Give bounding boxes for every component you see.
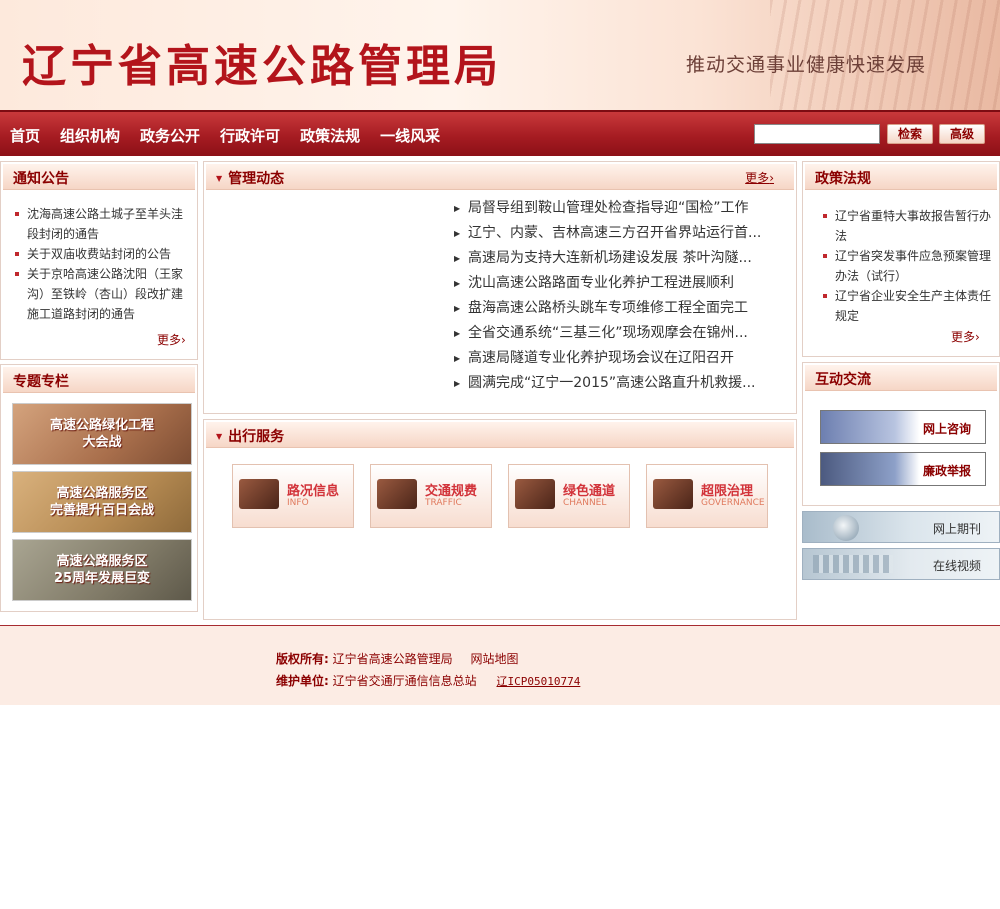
service-panel-header: 出行服务 bbox=[206, 422, 794, 448]
topic-banner-service-area[interactable]: 高速公路服务区 完善提升百日会战 bbox=[12, 471, 192, 533]
notice-panel-header: 通知公告 bbox=[3, 164, 195, 190]
site-title: 辽宁省高速公路管理局 bbox=[22, 41, 502, 92]
policy-panel-header: 政策法规 bbox=[805, 164, 997, 190]
policy-item[interactable]: 辽宁省突发事件应急预案管理办法（试行） bbox=[821, 246, 991, 286]
interaction-title: 互动交流 bbox=[815, 372, 871, 388]
green-channel-button[interactable]: 绿色通道 CHANNEL bbox=[508, 464, 630, 528]
news-item[interactable]: 高速局隧道专业化养护现场会议在辽阳召开 bbox=[454, 346, 784, 371]
search-input[interactable] bbox=[754, 124, 880, 144]
nav-item-organization[interactable]: 组织机构 bbox=[60, 125, 120, 146]
footer-maintainer-row: 维护单位: 辽宁省交通厅通信信息总站 辽ICP05010774 bbox=[276, 672, 580, 689]
overload-control-sublabel: GOVERNANCE bbox=[701, 498, 765, 508]
topics-panel-header: 专题专栏 bbox=[3, 367, 195, 393]
policy-item[interactable]: 辽宁省企业安全生产主体责任规定 bbox=[821, 286, 991, 326]
traffic-fee-label: 交通规费 bbox=[425, 484, 478, 499]
online-consult-label: 网上咨询 bbox=[922, 422, 971, 436]
nav-item-home[interactable]: 首页 bbox=[10, 125, 40, 146]
integrity-report-label: 廉政举报 bbox=[922, 464, 971, 478]
search-button[interactable]: 检索 bbox=[887, 124, 933, 144]
footer: 版权所有: 辽宁省高速公路管理局 网站地图 维护单位: 辽宁省交通厅通信信息总站… bbox=[0, 625, 1000, 705]
policy-item[interactable]: 辽宁省重特大事故报告暂行办法 bbox=[821, 206, 991, 246]
online-journal-button[interactable]: 网上期刊 bbox=[802, 511, 1000, 543]
policy-title: 政策法规 bbox=[815, 171, 871, 187]
road-icon bbox=[239, 479, 279, 509]
management-panel: 管理动态 更多› 局督导组到鞍山管理处检查指导迎“国检”工作 辽宁、内蒙、吉林高… bbox=[203, 161, 797, 414]
maintainer-label: 维护单位: bbox=[276, 674, 329, 688]
green-channel-label: 绿色通道 bbox=[563, 484, 616, 499]
news-item[interactable]: 局督导组到鞍山管理处检查指导迎“国检”工作 bbox=[454, 196, 784, 221]
online-video-button[interactable]: 在线视频 bbox=[802, 548, 1000, 580]
film-strip-icon bbox=[813, 555, 893, 573]
nav-item-government-affairs[interactable]: 政务公开 bbox=[140, 125, 200, 146]
notice-item[interactable]: 关于京哈高速公路沈阳（王家沟）至铁岭（杏山）段改扩建施工道路封闭的通告 bbox=[13, 264, 188, 324]
notice-more-link[interactable]: 更多› bbox=[157, 331, 186, 348]
maintainer-value: 辽宁省交通厅通信信息总站 bbox=[332, 674, 477, 688]
site-slogan: 推动交通事业健康快速发展 bbox=[686, 54, 927, 76]
road-info-label: 路况信息 bbox=[287, 484, 340, 499]
main-nav: 首页 组织机构 政务公开 行政许可 政策法规 一线风采 检索 高级 bbox=[0, 110, 1000, 156]
news-item[interactable]: 高速局为支持大连新机场建设发展 茶叶沟隧... bbox=[454, 246, 784, 271]
overload-control-label: 超限治理 bbox=[701, 484, 754, 499]
management-panel-header: 管理动态 更多› bbox=[206, 164, 794, 190]
management-more-link[interactable]: 更多› bbox=[745, 169, 774, 186]
notice-item[interactable]: 沈海高速公路土城子至羊头洼段封闭的通告 bbox=[13, 204, 188, 244]
overload-control-button[interactable]: 超限治理 GOVERNANCE bbox=[646, 464, 768, 528]
interaction-panel-header: 互动交流 bbox=[805, 365, 997, 391]
traffic-fee-sublabel: TRAFFIC bbox=[425, 498, 462, 508]
copyright-label: 版权所有: bbox=[276, 652, 329, 666]
chevron-right-icon: › bbox=[769, 171, 774, 185]
icp-link[interactable]: 辽ICP05010774 bbox=[496, 675, 580, 688]
notice-item[interactable]: 关于双庙收费站封闭的公告 bbox=[13, 244, 188, 264]
news-item[interactable]: 全省交通系统“三基三化”现场观摩会在锦州... bbox=[454, 321, 784, 346]
book-icon bbox=[377, 479, 417, 509]
online-consult-button[interactable]: 网上咨询 bbox=[820, 410, 986, 444]
road-info-button[interactable]: 路况信息 INFO bbox=[232, 464, 354, 528]
disc-icon bbox=[515, 479, 555, 509]
road-info-sublabel: INFO bbox=[287, 498, 309, 508]
policy-panel: 政策法规 辽宁省重特大事故报告暂行办法 辽宁省突发事件应急预案管理办法（试行） … bbox=[802, 161, 1000, 357]
nav-menu: 首页 组织机构 政务公开 行政许可 政策法规 一线风采 bbox=[10, 125, 460, 146]
news-item[interactable]: 辽宁、内蒙、吉林高速三方召开省界站运行首... bbox=[454, 221, 784, 246]
traffic-fee-button[interactable]: 交通规费 TRAFFIC bbox=[370, 464, 492, 528]
news-item[interactable]: 盘海高速公路桥头跳车专项维修工程全面完工 bbox=[454, 296, 784, 321]
book-icon bbox=[653, 479, 693, 509]
sitemap-link[interactable]: 网站地图 bbox=[470, 652, 518, 666]
online-journal-label: 网上期刊 bbox=[932, 522, 981, 536]
topics-title: 专题专栏 bbox=[13, 374, 69, 390]
chevron-right-icon: › bbox=[181, 333, 186, 347]
chevron-right-icon: › bbox=[975, 330, 980, 344]
nav-item-administrative-license[interactable]: 行政许可 bbox=[220, 125, 280, 146]
online-video-label: 在线视频 bbox=[932, 559, 981, 573]
policy-list: 辽宁省重特大事故报告暂行办法 辽宁省突发事件应急预案管理办法（试行） 辽宁省企业… bbox=[821, 206, 991, 326]
policy-more-link[interactable]: 更多› bbox=[951, 328, 980, 345]
notice-list: 沈海高速公路土城子至羊头洼段封闭的通告 关于双庙收费站封闭的公告 关于京哈高速公… bbox=[13, 204, 188, 324]
footer-copyright-row: 版权所有: 辽宁省高速公路管理局 网站地图 bbox=[276, 650, 519, 667]
service-title: 出行服务 bbox=[216, 426, 284, 446]
news-item[interactable]: 沈山高速公路路面专业化养护工程进展顺利 bbox=[454, 271, 784, 296]
globe-icon bbox=[833, 515, 859, 541]
topic-banner-greening[interactable]: 高速公路绿化工程 大会战 bbox=[12, 403, 192, 465]
copyright-value: 辽宁省高速公路管理局 bbox=[332, 652, 453, 666]
notice-panel: 通知公告 沈海高速公路土城子至羊头洼段封闭的通告 关于双庙收费站封闭的公告 关于… bbox=[0, 161, 198, 360]
nav-item-frontline[interactable]: 一线风采 bbox=[380, 125, 440, 146]
topic-banner-anniversary[interactable]: 高速公路服务区 25周年发展巨变 bbox=[12, 539, 192, 601]
management-news-list: 局督导组到鞍山管理处检查指导迎“国检”工作 辽宁、内蒙、吉林高速三方召开省界站运… bbox=[454, 196, 784, 396]
integrity-report-button[interactable]: 廉政举报 bbox=[820, 452, 986, 486]
management-title: 管理动态 bbox=[216, 168, 284, 188]
news-item[interactable]: 圆满完成“辽宁一2015”高速公路直升机救援... bbox=[454, 371, 784, 396]
nav-item-policy[interactable]: 政策法规 bbox=[300, 125, 360, 146]
advanced-search-button[interactable]: 高级 bbox=[939, 124, 985, 144]
site-header: 辽宁省高速公路管理局 推动交通事业健康快速发展 bbox=[0, 0, 1000, 110]
notice-title: 通知公告 bbox=[13, 171, 69, 187]
green-channel-sublabel: CHANNEL bbox=[563, 498, 607, 508]
